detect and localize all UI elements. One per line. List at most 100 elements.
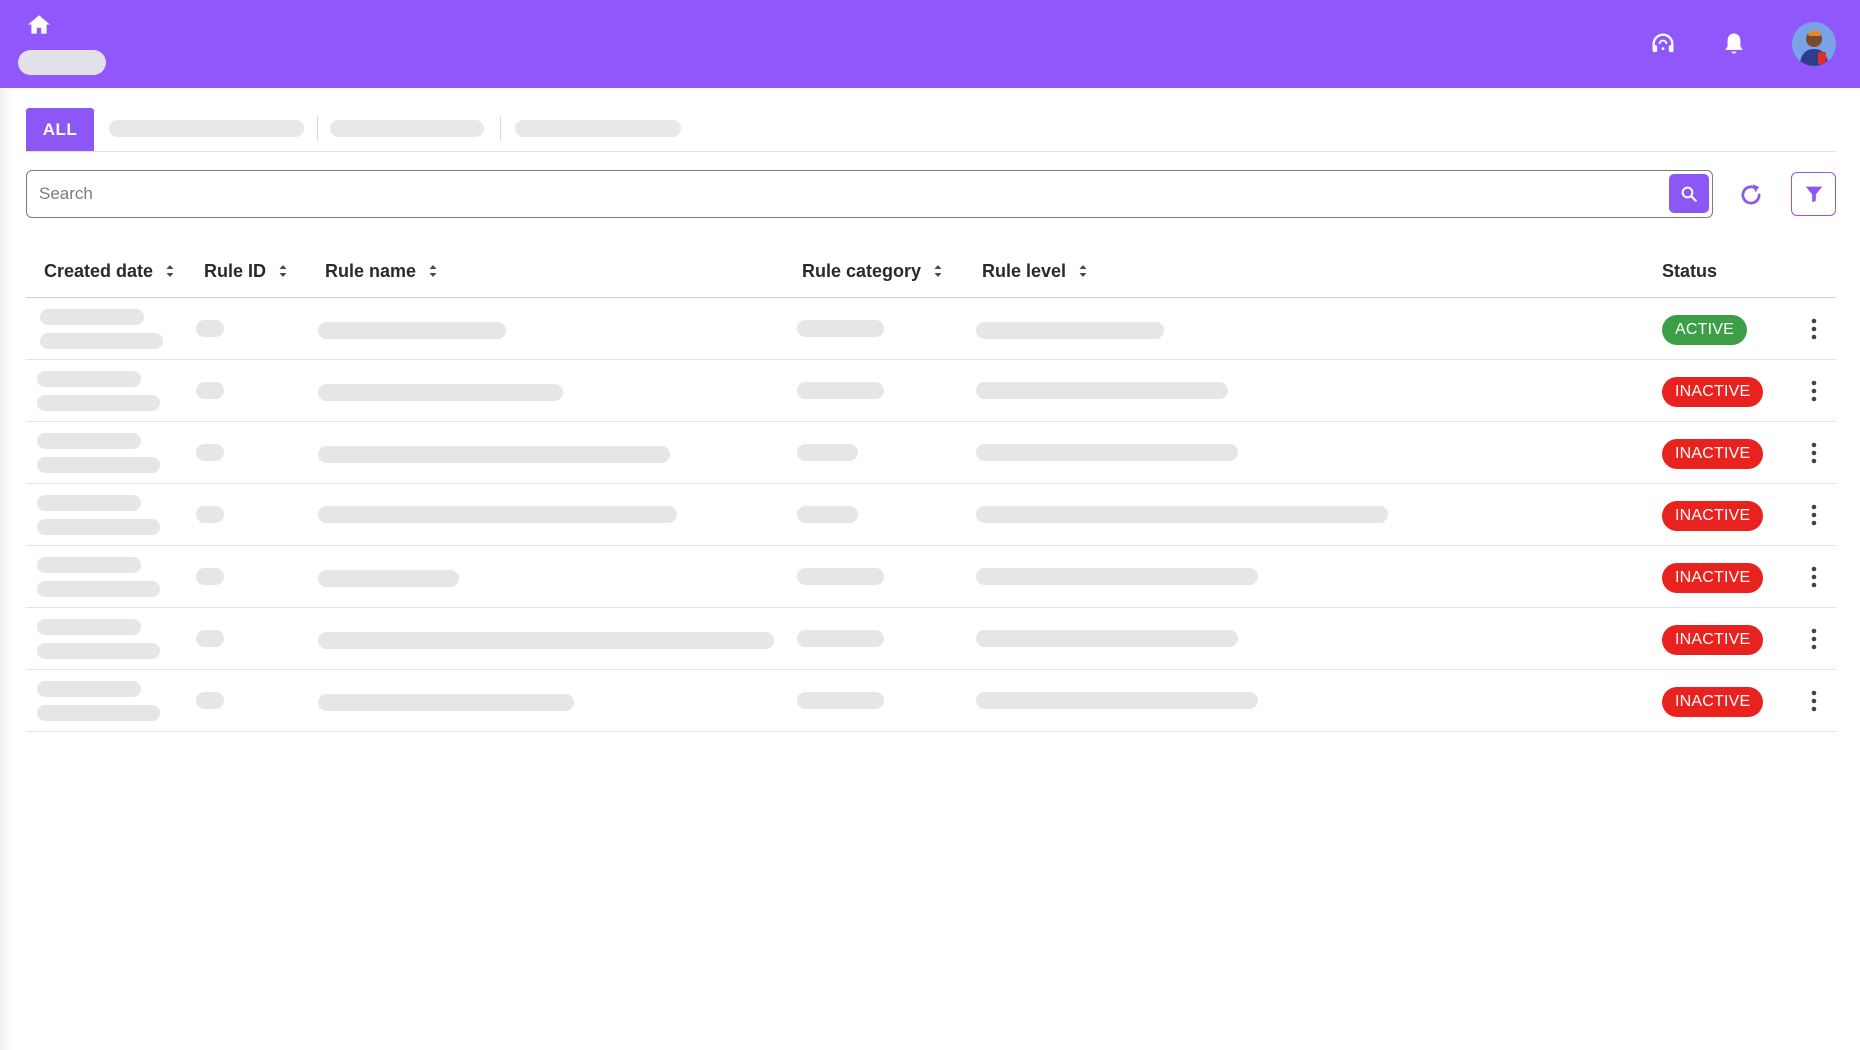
row-menu-button[interactable] <box>1802 377 1826 405</box>
rule-level-placeholder <box>976 444 1238 461</box>
home-icon <box>28 15 50 34</box>
user-avatar-icon <box>1792 22 1836 66</box>
sort-icon <box>1078 262 1088 280</box>
row-menu-button[interactable] <box>1802 563 1826 591</box>
created-date-placeholder <box>37 681 141 697</box>
table-row[interactable]: ACTIVE <box>26 298 1836 360</box>
row-menu-button[interactable] <box>1802 439 1826 467</box>
rule-id-placeholder <box>196 568 224 585</box>
table-row[interactable]: INACTIVE <box>26 670 1836 732</box>
home-button[interactable] <box>26 12 52 38</box>
filter-button[interactable] <box>1791 172 1836 216</box>
tab-placeholder-1[interactable] <box>109 120 304 137</box>
row-menu-button[interactable] <box>1802 501 1826 529</box>
avatar[interactable] <box>1792 22 1836 66</box>
status-badge: ACTIVE <box>1662 315 1747 345</box>
table-row[interactable]: INACTIVE <box>26 360 1836 422</box>
sort-icon <box>165 262 175 280</box>
tab-divider <box>500 116 501 141</box>
row-menu-button[interactable] <box>1802 687 1826 715</box>
refresh-icon <box>1741 184 1761 205</box>
created-date-placeholder <box>37 557 141 573</box>
status-badge: INACTIVE <box>1662 625 1764 655</box>
notifications-button[interactable] <box>1720 30 1748 58</box>
column-header-rule-level[interactable]: Rule level <box>982 256 1088 286</box>
tab-bar: ALL <box>26 108 1836 152</box>
tab-divider <box>317 116 318 141</box>
top-bar <box>0 0 1860 88</box>
table-row[interactable]: INACTIVE <box>26 546 1836 608</box>
row-menu-button[interactable] <box>1802 625 1826 653</box>
filter-icon <box>1805 186 1822 203</box>
rule-name-placeholder <box>318 632 774 649</box>
tab-placeholder-3[interactable] <box>515 120 681 137</box>
column-header-label: Rule ID <box>204 260 267 281</box>
more-vertical-icon <box>1811 380 1817 402</box>
column-header-label: Rule category <box>802 260 922 281</box>
status-badge: INACTIVE <box>1662 687 1764 717</box>
page-title-placeholder <box>18 50 106 75</box>
column-header-status: Status <box>1662 256 1717 286</box>
created-time-placeholder <box>37 581 160 597</box>
column-header-label: Rule name <box>325 260 417 281</box>
rule-id-placeholder <box>196 382 224 399</box>
rule-category-placeholder <box>797 630 884 647</box>
search-box <box>26 170 1713 218</box>
rule-name-placeholder <box>318 570 459 587</box>
table-row[interactable]: INACTIVE <box>26 484 1836 546</box>
rule-level-placeholder <box>976 568 1258 585</box>
more-vertical-icon <box>1811 442 1817 464</box>
created-time-placeholder <box>37 643 160 659</box>
rule-name-placeholder <box>318 446 670 463</box>
table-body: ACTIVE INACTIVE INACTIVE INACTIVE INACTI… <box>26 298 1836 732</box>
bell-icon <box>1725 33 1743 54</box>
column-header-created-date[interactable]: Created date <box>44 256 175 286</box>
rule-name-placeholder <box>318 322 506 339</box>
more-vertical-icon <box>1811 566 1817 588</box>
more-vertical-icon <box>1811 504 1817 526</box>
support-button[interactable] <box>1649 30 1677 58</box>
search-input[interactable] <box>39 171 1639 216</box>
more-vertical-icon <box>1811 690 1817 712</box>
created-date-placeholder <box>37 433 141 449</box>
sort-icon <box>428 262 438 280</box>
column-header-label: Rule level <box>982 260 1067 281</box>
created-time-placeholder <box>37 705 160 721</box>
row-menu-button[interactable] <box>1802 315 1826 343</box>
rule-level-placeholder <box>976 692 1258 709</box>
column-header-rule-category[interactable]: Rule category <box>802 256 943 286</box>
rule-category-placeholder <box>797 320 884 337</box>
rule-category-placeholder <box>797 506 858 523</box>
rule-name-placeholder <box>318 384 563 401</box>
created-date-placeholder <box>40 309 144 325</box>
rule-id-placeholder <box>196 692 224 709</box>
created-date-placeholder <box>37 619 141 635</box>
status-badge: INACTIVE <box>1662 439 1764 469</box>
column-header-rule-id[interactable]: Rule ID <box>204 256 288 286</box>
created-date-placeholder <box>37 371 141 387</box>
rule-category-placeholder <box>797 692 884 709</box>
refresh-button[interactable] <box>1736 180 1766 210</box>
created-time-placeholder <box>37 395 160 411</box>
created-date-placeholder <box>37 495 141 511</box>
search-button[interactable] <box>1669 174 1709 213</box>
column-header-rule-name[interactable]: Rule name <box>325 256 438 286</box>
status-badge: INACTIVE <box>1662 563 1764 593</box>
rule-id-placeholder <box>196 506 224 523</box>
sort-icon <box>278 262 288 280</box>
headset-icon <box>1652 33 1674 53</box>
column-header-label: Created date <box>44 260 154 281</box>
rule-level-placeholder <box>976 630 1238 647</box>
table-row[interactable]: INACTIVE <box>26 608 1836 670</box>
created-time-placeholder <box>37 519 160 535</box>
table-row[interactable]: INACTIVE <box>26 422 1836 484</box>
rule-id-placeholder <box>196 630 224 647</box>
rule-level-placeholder <box>976 382 1228 399</box>
rule-category-placeholder <box>797 444 858 461</box>
tab-placeholder-2[interactable] <box>330 120 484 137</box>
left-edge-shadow <box>0 88 14 1050</box>
rule-category-placeholder <box>797 568 884 585</box>
created-time-placeholder <box>40 333 163 349</box>
table-header: Created date Rule ID Rule name Rule cate… <box>26 246 1836 298</box>
tab-all[interactable]: ALL <box>26 108 94 151</box>
